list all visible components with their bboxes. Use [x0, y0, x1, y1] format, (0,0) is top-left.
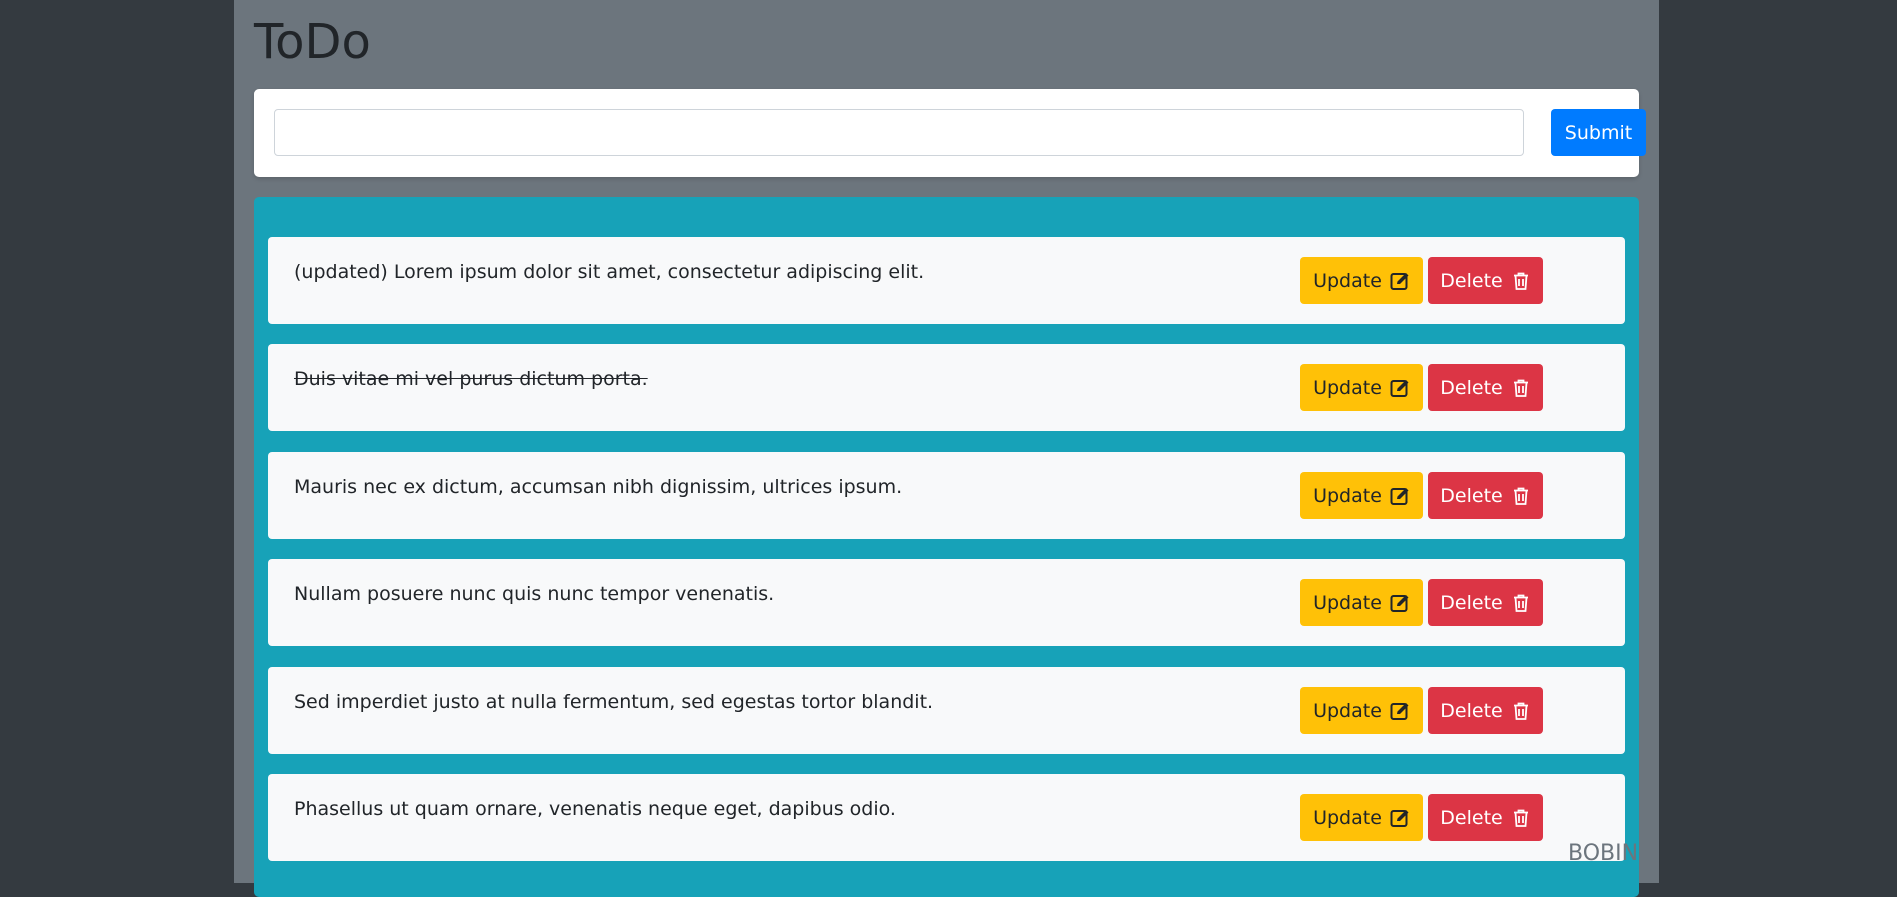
delete-button-label: Delete [1440, 376, 1503, 399]
update-button[interactable]: Update [1300, 579, 1423, 626]
edit-icon [1390, 379, 1409, 397]
edit-icon [1390, 487, 1409, 505]
delete-button[interactable]: Delete [1428, 364, 1543, 411]
update-button-label: Update [1313, 591, 1382, 614]
delete-button[interactable]: Delete [1428, 687, 1543, 734]
todo-text[interactable]: Sed imperdiet justo at nulla fermentum, … [294, 691, 933, 713]
trash-icon [1513, 487, 1528, 505]
delete-button-label: Delete [1440, 591, 1503, 614]
update-button[interactable]: Update [1300, 472, 1423, 519]
todo-item: Sed imperdiet justo at nulla fermentum, … [268, 667, 1625, 754]
update-button[interactable]: Update [1300, 794, 1423, 841]
edit-icon [1390, 702, 1409, 720]
update-button[interactable]: Update [1300, 687, 1423, 734]
trash-icon [1513, 379, 1528, 397]
edit-icon [1390, 594, 1409, 612]
delete-button[interactable]: Delete [1428, 257, 1543, 304]
todo-text[interactable]: Nullam posuere nunc quis nunc tempor ven… [294, 583, 774, 605]
delete-button[interactable]: Delete [1428, 794, 1543, 841]
trash-icon [1513, 272, 1528, 290]
todo-item: Nullam posuere nunc quis nunc tempor ven… [268, 559, 1625, 646]
todo-item: Duis vitae mi vel purus dictum porta. Up… [268, 344, 1625, 431]
trash-icon [1513, 702, 1528, 720]
delete-button[interactable]: Delete [1428, 472, 1543, 519]
submit-button[interactable]: Submit [1551, 109, 1646, 156]
todo-list: (updated) Lorem ipsum dolor sit amet, co… [254, 197, 1639, 897]
update-button-label: Update [1313, 806, 1382, 829]
delete-button-label: Delete [1440, 269, 1503, 292]
trash-icon [1513, 594, 1528, 612]
todo-item: Mauris nec ex dictum, accumsan nibh dign… [268, 452, 1625, 539]
todo-text[interactable]: (updated) Lorem ipsum dolor sit amet, co… [294, 261, 924, 283]
edit-icon [1390, 272, 1409, 290]
delete-button-label: Delete [1440, 484, 1503, 507]
page-container: ToDo Submit (updated) Lorem ipsum dolor … [234, 0, 1659, 897]
update-button-label: Update [1313, 484, 1382, 507]
page-title: ToDo [254, 14, 371, 70]
delete-button[interactable]: Delete [1428, 579, 1543, 626]
delete-button-label: Delete [1440, 806, 1503, 829]
trash-icon [1513, 809, 1528, 827]
todo-text[interactable]: Duis vitae mi vel purus dictum porta. [294, 368, 648, 390]
todo-text[interactable]: Phasellus ut quam ornare, venenatis nequ… [294, 798, 896, 820]
todo-input[interactable] [274, 109, 1524, 156]
update-button-label: Update [1313, 376, 1382, 399]
update-button[interactable]: Update [1300, 364, 1423, 411]
new-todo-form: Submit [254, 89, 1646, 177]
todo-item: Phasellus ut quam ornare, venenatis nequ… [268, 774, 1625, 861]
update-button-label: Update [1313, 699, 1382, 722]
footer-text: BOBIN [1568, 841, 1639, 866]
todo-text[interactable]: Mauris nec ex dictum, accumsan nibh dign… [294, 476, 902, 498]
update-button[interactable]: Update [1300, 257, 1423, 304]
edit-icon [1390, 809, 1409, 827]
delete-button-label: Delete [1440, 699, 1503, 722]
todo-item: (updated) Lorem ipsum dolor sit amet, co… [268, 237, 1625, 324]
update-button-label: Update [1313, 269, 1382, 292]
